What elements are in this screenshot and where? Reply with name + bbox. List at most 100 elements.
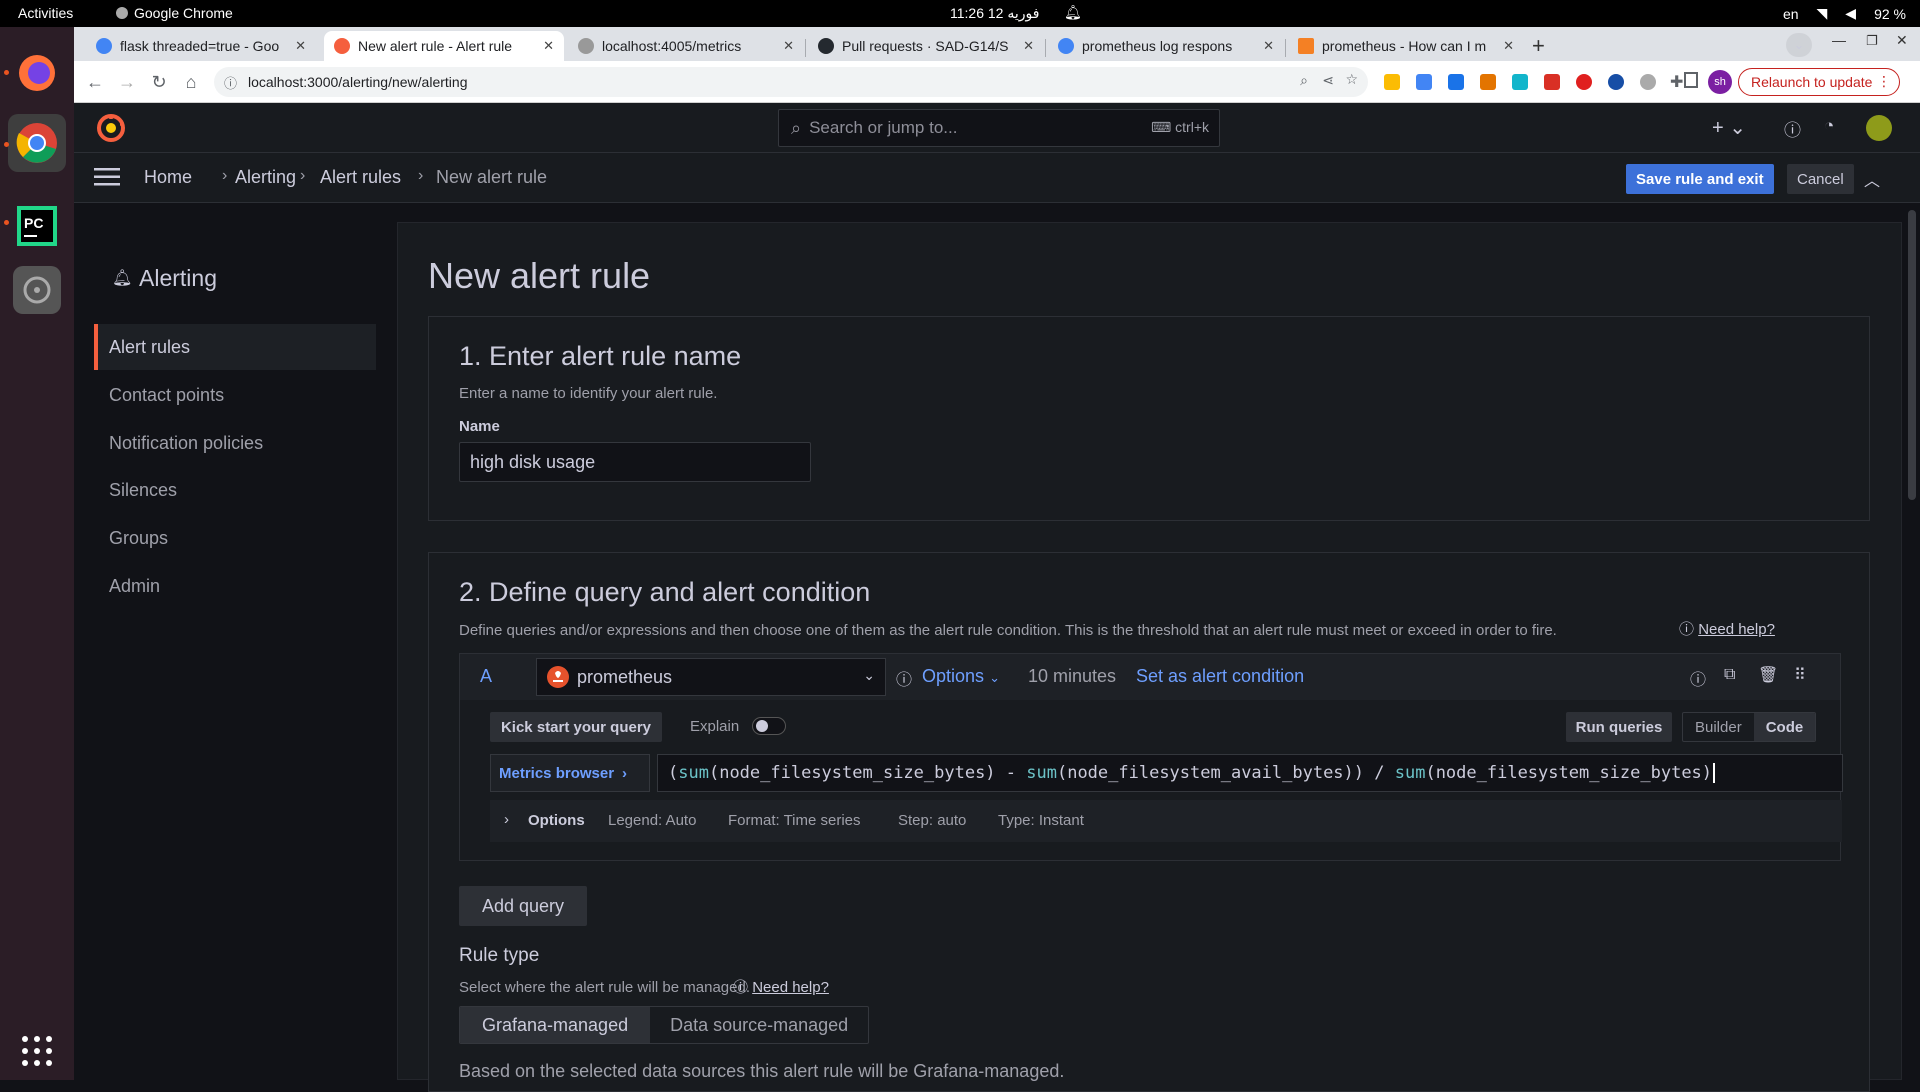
code-mode-button[interactable]: Code xyxy=(1753,713,1816,741)
menu-hamburger-icon[interactable] xyxy=(94,167,120,192)
add-new-icon[interactable]: + ⌄ xyxy=(1712,115,1746,140)
close-icon[interactable]: ✕ xyxy=(1263,38,1274,54)
forward-icon[interactable]: → xyxy=(116,71,138,93)
address-bar[interactable]: ⓘ localhost:3000/alerting/new/alerting ⌕… xyxy=(214,67,1368,97)
extension-icon[interactable] xyxy=(1512,74,1528,90)
promql-text-token: (node_filesystem_size_bytes) - xyxy=(708,763,1027,783)
sidepanel-icon[interactable] xyxy=(1684,72,1698,88)
sidebar-item-groups[interactable]: Groups xyxy=(109,528,168,549)
profile-avatar[interactable]: sh xyxy=(1708,70,1732,94)
home-icon[interactable]: ⌂ xyxy=(180,71,202,93)
trash-icon[interactable]: 🗑︎ xyxy=(1758,665,1778,685)
firefox-icon[interactable] xyxy=(13,49,61,97)
add-query-button[interactable]: Add query xyxy=(459,886,587,926)
breadcrumb-alert-rules[interactable]: Alert rules xyxy=(320,167,401,188)
extension-icon[interactable] xyxy=(1384,74,1400,90)
promql-code-editor[interactable]: (sum (node_filesystem_size_bytes) - sum (n… xyxy=(657,754,1843,792)
browser-tab-active[interactable]: New alert rule - Alert rule ✕ xyxy=(324,31,564,61)
kick-start-query-button[interactable]: Kick start your query xyxy=(490,712,662,742)
back-icon[interactable]: ← xyxy=(84,71,106,93)
apps-grid-icon[interactable] xyxy=(13,1027,61,1075)
promql-text-token: ( xyxy=(668,763,679,783)
explain-toggle[interactable] xyxy=(752,717,786,735)
page-title: New alert rule xyxy=(428,255,651,296)
set-alert-condition-button[interactable]: Set as alert condition xyxy=(1136,666,1304,687)
browser-toolbar: ← → ↻ ⌂ ⓘ localhost:3000/alerting/new/al… xyxy=(74,61,1920,103)
sidebar-item-contact-points[interactable]: Contact points xyxy=(109,385,224,406)
grafana-managed-option[interactable]: Grafana-managed xyxy=(460,1007,651,1043)
info-icon: ⓘ xyxy=(896,672,913,689)
sidebar-item-alert-rules[interactable]: Alert rules xyxy=(109,337,190,358)
user-avatar[interactable] xyxy=(1866,115,1892,141)
rule-name-input[interactable]: high disk usage xyxy=(459,442,811,482)
help-icon[interactable]: ⓘ xyxy=(1690,666,1706,690)
extension-icon[interactable] xyxy=(1640,74,1656,90)
new-tab-icon[interactable]: + xyxy=(1532,33,1545,59)
share-icon[interactable]: ⋖ xyxy=(1322,72,1334,89)
help-icon: ⓘ xyxy=(733,979,749,996)
close-icon[interactable]: ✕ xyxy=(1503,38,1514,54)
browser-tab[interactable]: flask threaded=true - Goo ✕ xyxy=(86,31,316,61)
translate-extension-icon[interactable] xyxy=(1416,74,1432,90)
maximize-icon[interactable]: ❐ xyxy=(1866,33,1878,49)
breadcrumb-alerting[interactable]: Alerting xyxy=(223,167,296,188)
metrics-browser-label: Metrics browser xyxy=(499,764,615,782)
datasource-managed-option[interactable]: Data source-managed xyxy=(650,1007,868,1043)
news-rss-icon[interactable]: ◔ xyxy=(1824,116,1834,136)
minimize-icon[interactable]: — xyxy=(1832,32,1846,48)
app-menu[interactable]: Google Chrome xyxy=(116,5,233,21)
pycharm-icon[interactable]: PC xyxy=(13,202,61,250)
page-scrollbar[interactable] xyxy=(1908,210,1916,500)
query-ref-id[interactable]: A xyxy=(480,666,492,687)
browser-tab[interactable]: localhost:4005/metrics ✕ xyxy=(568,31,804,61)
browser-tab[interactable]: prometheus - How can I m ✕ xyxy=(1288,31,1524,61)
lang-indicator[interactable]: en xyxy=(1783,6,1799,22)
drag-handle-icon[interactable]: ⠿ xyxy=(1794,665,1806,685)
activities-button[interactable]: Activities xyxy=(18,5,73,21)
site-info-icon[interactable]: ⓘ xyxy=(224,73,237,92)
tab-search-icon[interactable]: ⌄ xyxy=(1786,33,1812,57)
extension-icon[interactable] xyxy=(1544,74,1560,90)
builder-mode-button[interactable]: Builder xyxy=(1683,713,1754,741)
browser-tab[interactable]: prometheus log respons ✕ xyxy=(1048,31,1284,61)
battery-level[interactable]: 92 % xyxy=(1874,6,1906,22)
relaunch-button[interactable]: Relaunch to update ⋮ xyxy=(1738,68,1900,96)
close-icon[interactable]: ✕ xyxy=(543,38,554,54)
opera-extension-icon[interactable] xyxy=(1576,74,1592,90)
breadcrumb-home[interactable]: Home xyxy=(144,167,192,188)
datasource-picker[interactable]: prometheus ⌄ xyxy=(536,658,886,696)
chevron-up-icon[interactable]: ︿ xyxy=(1864,167,1880,191)
cancel-button[interactable]: Cancel xyxy=(1787,164,1854,194)
grafana-logo-icon[interactable] xyxy=(96,113,126,148)
sidebar-item-admin[interactable]: Admin xyxy=(109,576,160,597)
metrics-browser-button[interactable]: Metrics browser › xyxy=(490,754,650,792)
query-options-row[interactable]: › Options Legend: Auto Format: Time seri… xyxy=(490,800,1842,842)
query-options-toggle[interactable]: Options ⌄ xyxy=(922,666,1000,687)
clock[interactable]: 11:26 12 فوريه xyxy=(950,5,1039,22)
duplicate-icon[interactable]: ⧉ xyxy=(1724,666,1735,684)
extension-icon[interactable] xyxy=(1480,74,1496,90)
zoom-icon[interactable]: ⌕ xyxy=(1300,72,1308,89)
close-icon[interactable]: ✕ xyxy=(295,38,306,54)
close-icon[interactable]: ✕ xyxy=(1023,38,1034,54)
reload-icon[interactable]: ↻ xyxy=(148,71,170,93)
close-icon[interactable]: ✕ xyxy=(783,38,794,54)
rule-type-help-link[interactable]: ⓘ Need help? xyxy=(733,976,829,997)
search-icon: ⌕ xyxy=(791,117,802,138)
sidebar-item-notification-policies[interactable]: Notification policies xyxy=(109,433,263,454)
chrome-icon[interactable] xyxy=(8,114,66,172)
save-rule-and-exit-button[interactable]: Save rule and exit xyxy=(1626,164,1774,194)
sidebar-item-silences[interactable]: Silences xyxy=(109,480,177,501)
extension-icon[interactable] xyxy=(1608,74,1624,90)
section-title: Alerting xyxy=(139,265,217,291)
close-window-icon[interactable]: ✕ xyxy=(1896,32,1908,49)
bookmark-star-icon[interactable]: ☆ xyxy=(1345,71,1358,88)
help-link[interactable]: ⓘ Need help? xyxy=(1679,618,1775,639)
help-icon[interactable]: ⓘ xyxy=(1784,116,1801,141)
browser-tab[interactable]: Pull requests · SAD-G14/S ✕ xyxy=(808,31,1044,61)
search-input[interactable]: ⌕ Search or jump to... ⌨ ctrl+k xyxy=(778,109,1220,147)
extension-icon[interactable] xyxy=(1448,74,1464,90)
run-queries-button[interactable]: Run queries xyxy=(1566,712,1672,742)
extensions-puzzle-icon[interactable]: ✚ xyxy=(1670,72,1683,92)
disk-icon[interactable] xyxy=(13,266,61,314)
